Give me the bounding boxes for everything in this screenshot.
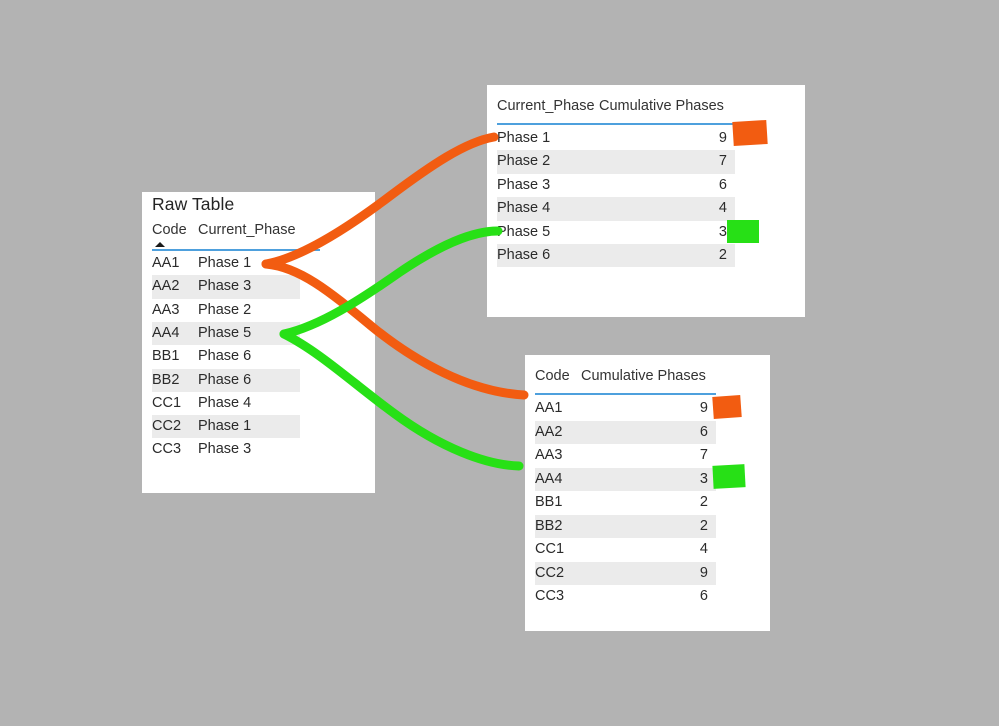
green-marker-phase5 [727, 220, 759, 243]
cell-cumulative: 3 [699, 470, 708, 487]
cell-code: AA4 [152, 324, 180, 341]
cell-cumulative: 4 [699, 541, 708, 557]
orange-marker-phase1 [732, 119, 768, 147]
cell-cumulative: 9 [718, 130, 727, 146]
cell-code: BB1 [152, 348, 180, 365]
cell-cumulative: 7 [718, 153, 727, 170]
cell-code: AA3 [152, 301, 180, 318]
cell-code: AA1 [152, 255, 180, 271]
raw-table-panel: Raw Table Code Current_Phase AA1 Phase 1 AA2… [142, 192, 375, 493]
cell-cumulative: 2 [718, 247, 727, 263]
orange-marker-aa1 [712, 395, 742, 419]
column-header-code: Code [152, 222, 187, 238]
column-header-current-phase: Current_Phase [198, 222, 296, 238]
cell-cumulative: 4 [718, 200, 727, 217]
column-header-code: Code [535, 368, 570, 384]
cell-current-phase: Phase 4 [198, 394, 252, 411]
cell-cumulative: 6 [699, 423, 708, 440]
raw-table: Code Current_Phase AA1 Phase 1 AA2 Phase 3 AA3… [142, 192, 375, 493]
cell-cumulative: 7 [699, 447, 708, 463]
column-header-current-phase: Current_Phase [497, 98, 595, 114]
cell-current-phase: Phase 3 [198, 278, 252, 295]
cell-cumulative: 2 [699, 494, 708, 510]
header-rule [535, 393, 716, 395]
cell-code: CC2 [152, 418, 182, 435]
cell-cumulative: 6 [718, 176, 727, 193]
header-rule [497, 123, 735, 125]
cell-code: CC3 [152, 441, 182, 458]
column-header-cumulative-phases: Cumulative Phases [581, 368, 706, 384]
cell-cumulative: 6 [699, 588, 708, 604]
sort-ascending-icon[interactable] [155, 242, 165, 247]
cell-code: CC1 [152, 394, 182, 411]
cell-code: BB2 [152, 371, 180, 388]
green-marker-aa4 [712, 464, 746, 489]
cell-current-phase: Phase 3 [198, 441, 252, 458]
cell-current-phase: Phase 6 [198, 371, 252, 388]
cell-code: AA2 [152, 278, 180, 295]
cell-cumulative: 3 [718, 223, 727, 240]
cell-current-phase: Phase 2 [198, 301, 252, 318]
diagram-canvas: Raw Table Code Current_Phase AA1 Phase 1 AA2… [0, 0, 999, 726]
cell-cumulative: 9 [699, 564, 708, 581]
cell-current-phase: Phase 1 [198, 255, 252, 271]
column-header-cumulative-phases: Cumulative Phases [599, 98, 724, 114]
cell-cumulative: 2 [699, 517, 708, 534]
cell-current-phase: Phase 6 [198, 348, 252, 365]
header-rule [152, 249, 320, 251]
cell-current-phase: Phase 1 [198, 418, 252, 435]
cell-current-phase: Phase 5 [198, 324, 252, 341]
cell-cumulative: 9 [699, 400, 708, 416]
